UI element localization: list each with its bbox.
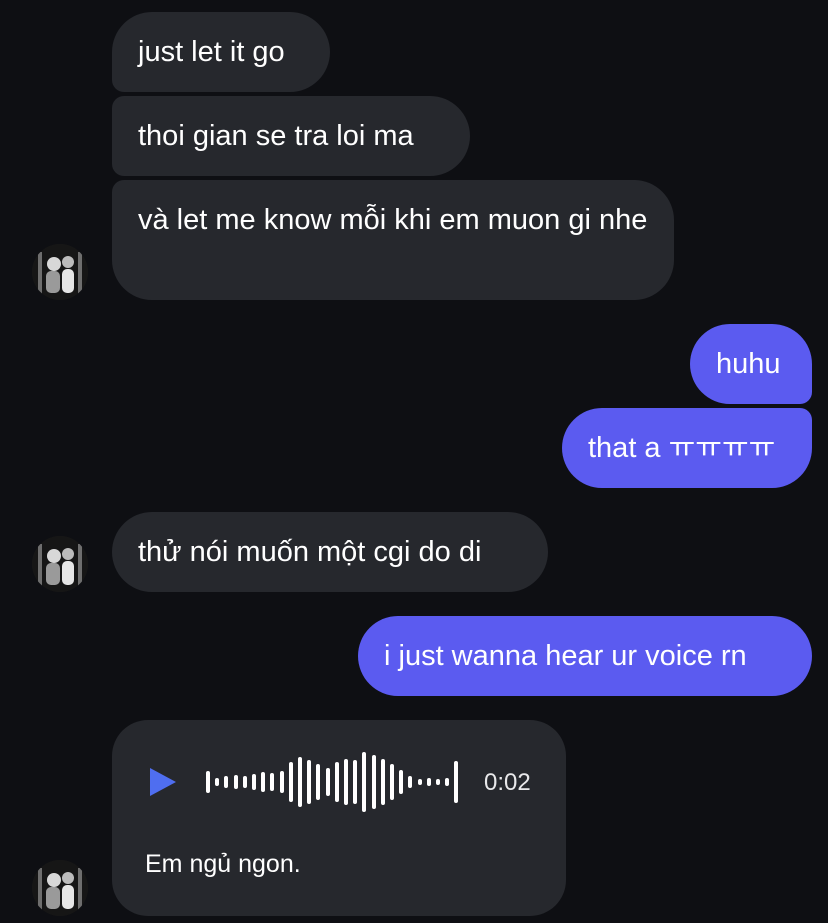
waveform-bar <box>334 762 339 802</box>
message-bubble-outgoing[interactable]: huhu <box>690 324 812 404</box>
voice-message-bubble[interactable]: 0:02 Em ngủ ngon. <box>112 720 566 916</box>
avatar-photo <box>32 536 88 592</box>
voice-transcript: Em ngủ ngon. <box>145 850 301 878</box>
waveform-bar <box>371 755 376 809</box>
waveform-bar <box>344 759 348 805</box>
waveform-bar <box>380 759 385 805</box>
audio-waveform[interactable] <box>206 742 466 822</box>
waveform-bar <box>270 773 275 791</box>
waveform-bar <box>436 779 440 785</box>
message-bubble-outgoing[interactable]: that a ㅠㅠㅠㅠ <box>562 408 812 488</box>
waveform-bar <box>252 774 256 790</box>
waveform-bar <box>353 760 358 804</box>
waveform-bar <box>316 764 321 800</box>
message-bubble-incoming[interactable]: và let me know mỗi khi em muon gi nhe <box>112 180 674 300</box>
waveform-bar <box>224 776 229 788</box>
waveform-bar <box>233 775 238 789</box>
avatar-photo <box>32 860 88 916</box>
play-icon[interactable] <box>146 766 178 798</box>
waveform-bar <box>242 776 247 788</box>
message-bubble-incoming[interactable]: thử nói muốn một cgi do di <box>112 512 548 592</box>
message-bubble-incoming[interactable]: thoi gian se tra loi ma <box>112 96 470 176</box>
waveform-bar <box>307 760 312 804</box>
contact-avatar[interactable] <box>32 244 88 300</box>
waveform-bar <box>399 770 404 794</box>
waveform-bar <box>390 764 394 800</box>
waveform-bar <box>298 757 302 807</box>
contact-avatar[interactable] <box>32 536 88 592</box>
avatar-photo <box>32 244 88 300</box>
waveform-bar <box>206 771 210 793</box>
waveform-bar <box>417 779 422 785</box>
waveform-bar <box>261 772 266 792</box>
waveform-bar <box>288 762 293 802</box>
waveform-bar <box>408 776 413 788</box>
waveform-bar <box>362 752 367 812</box>
waveform-bar <box>445 778 450 786</box>
waveform-bar <box>426 778 431 786</box>
waveform-bar <box>454 761 459 803</box>
message-bubble-incoming[interactable]: just let it go <box>112 12 330 92</box>
voice-duration: 0:02 <box>484 769 531 796</box>
waveform-bar <box>325 768 330 796</box>
message-bubble-outgoing[interactable]: i just wanna hear ur voice rn <box>358 616 812 696</box>
waveform-bar <box>279 771 284 793</box>
waveform-bar <box>215 778 220 786</box>
chat-thread: just let it go thoi gian se tra loi ma v… <box>0 0 828 923</box>
contact-avatar[interactable] <box>32 860 88 916</box>
